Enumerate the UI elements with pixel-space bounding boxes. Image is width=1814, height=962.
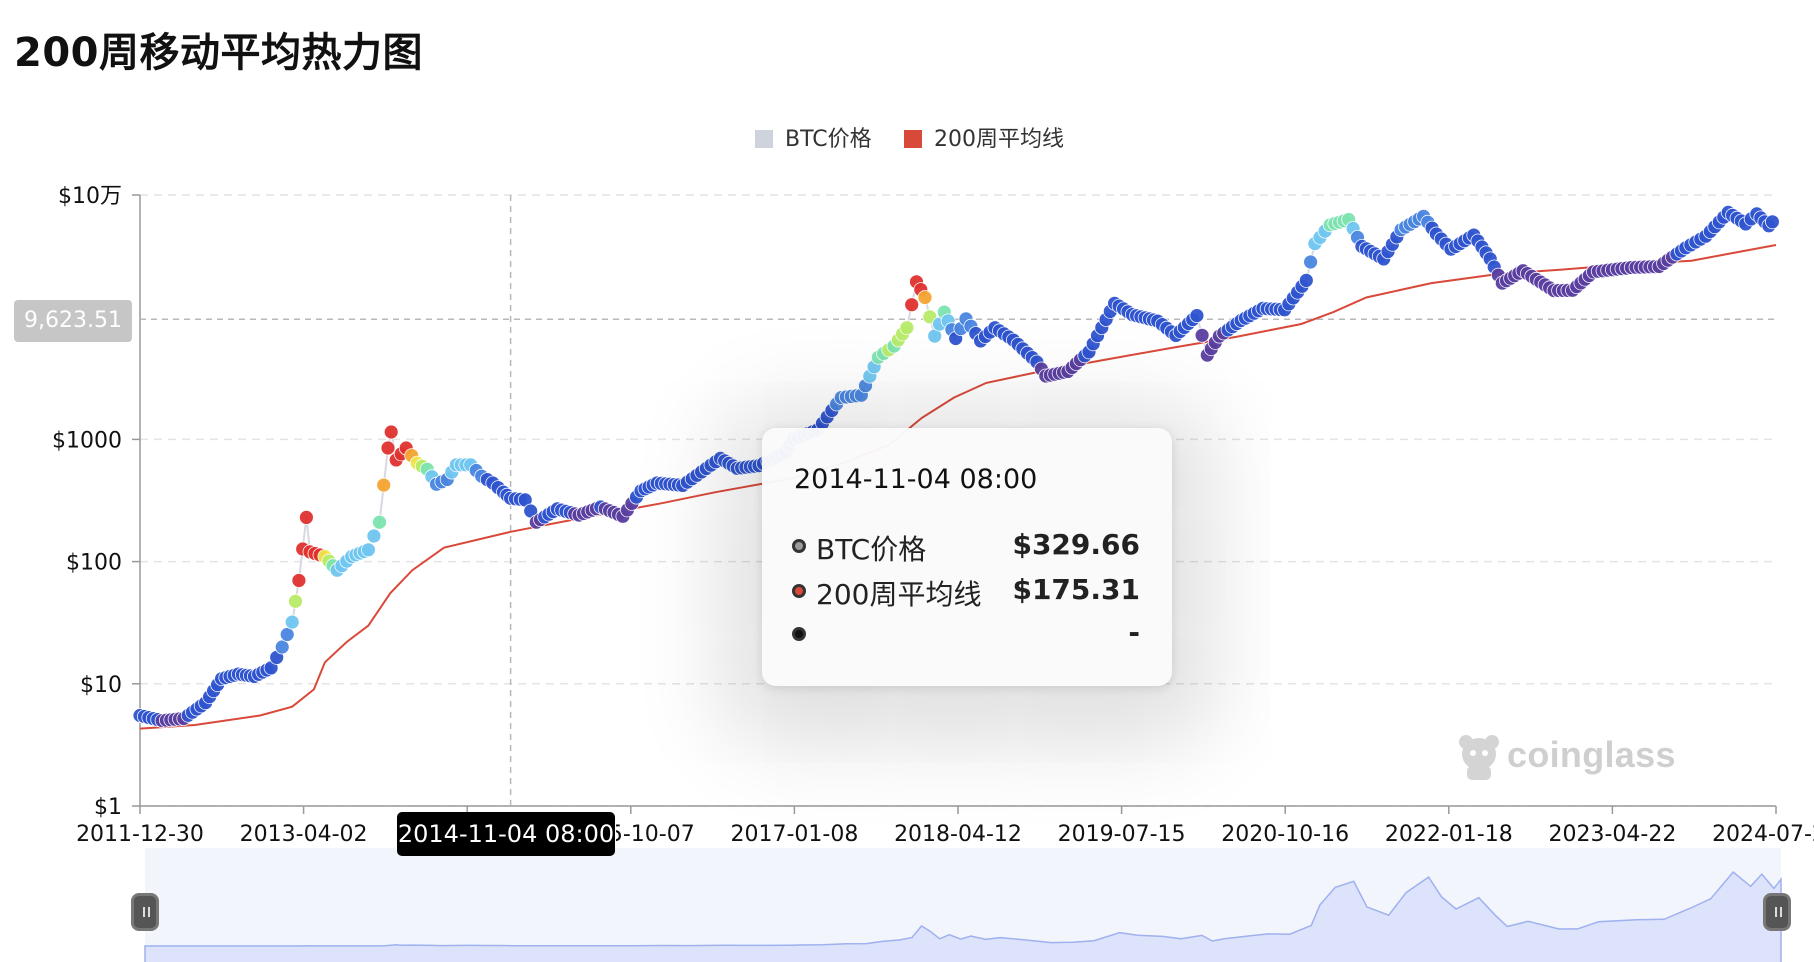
legend-swatch[interactable] [904, 130, 922, 148]
price-heat-dot[interactable] [366, 528, 382, 544]
price-heat-dot[interactable] [383, 424, 399, 440]
price-heat-dot[interactable] [376, 477, 392, 493]
x-tick-label: 2022-01-18 [1385, 822, 1513, 847]
y-tick-label: $100 [66, 551, 122, 576]
price-heat-dot[interactable] [1298, 272, 1314, 288]
tooltip-row-extra: - [792, 616, 1140, 656]
price-heat-dot[interactable] [372, 514, 387, 530]
y-tick-label: $10万 [58, 184, 122, 209]
x-tick-label: 2017-01-08 [730, 822, 858, 847]
price-heat-dot[interactable] [288, 593, 303, 609]
navigator-left-handle[interactable] [131, 893, 159, 931]
price-heat-dot[interactable] [279, 627, 295, 642]
x-tick-label: 2013-04-02 [240, 822, 368, 847]
price-heat-dot[interactable] [298, 510, 314, 525]
tooltip-value: $175.31 [1012, 573, 1140, 606]
price-heat-dot[interactable] [380, 440, 396, 456]
price-heat-dot[interactable] [1194, 327, 1210, 343]
legend-label: 200周平均线 [934, 127, 1064, 152]
price-heat-dot[interactable] [1189, 308, 1205, 324]
price-heat-dot[interactable] [904, 297, 920, 313]
y-tick-label: $1 [94, 795, 122, 820]
x-axis: 2011-12-30 2013-04-02 2017-01-08 2018-04-12… [76, 806, 1814, 847]
tooltip-label: BTC价格 [816, 533, 927, 566]
price-heat-dot[interactable] [274, 639, 290, 655]
price-heat-dot[interactable] [899, 320, 915, 336]
zoom-navigator[interactable] [144, 848, 1782, 962]
navigator-right-handle[interactable] [1763, 893, 1791, 931]
brand-name: coinglass [1507, 734, 1676, 775]
price-heat-dot[interactable] [360, 542, 376, 558]
x-tick-label: 2011-12-30 [76, 822, 204, 847]
x-tick-label: 2023-04-22 [1548, 822, 1676, 847]
price-heat-dot[interactable] [284, 614, 300, 630]
y-tick-label: $1000 [52, 428, 122, 453]
ma-dot-icon [792, 584, 806, 598]
tooltip-title: 2014-11-04 08:00 [794, 464, 1038, 495]
legend-swatch[interactable] [755, 130, 773, 148]
price-heat-dot[interactable] [291, 573, 307, 588]
x-tick-label: 2018-04-12 [894, 822, 1022, 847]
x-tick-label: 2019-07-15 [1058, 822, 1186, 847]
extra-dot-icon [792, 627, 806, 641]
x-tick-label: 2020-10-16 [1221, 822, 1349, 847]
tooltip-row-price: BTC价格 $329.66 [792, 528, 1140, 568]
tooltip-value: - [1128, 616, 1140, 649]
coinglass-logo-icon [1459, 735, 1499, 780]
data-tooltip: 2014-11-04 08:00 BTC价格 $329.66 200周平均线 $… [762, 428, 1172, 686]
tooltip-label: 200周平均线 [816, 578, 982, 611]
crosshair-y-label: 9,623.51 [14, 300, 132, 342]
price-dot-icon [792, 539, 806, 553]
chart-legend[interactable]: BTC价格 200周平均线 [755, 127, 1064, 152]
y-tick-label: $10 [80, 673, 122, 698]
tooltip-row-ma: 200周平均线 $175.31 [792, 573, 1140, 613]
tooltip-value: $329.66 [1012, 528, 1140, 561]
price-heat-dot[interactable] [917, 290, 933, 305]
price-heat-dot[interactable] [1303, 254, 1318, 270]
crosshair-x-label: 2014-11-04 08:00 [397, 812, 615, 856]
legend-label: BTC价格 [785, 127, 872, 152]
x-tick-label: 2024-07-25 [1712, 822, 1814, 847]
price-heat-dot[interactable] [1765, 214, 1780, 230]
brand-watermark: coinglass [1455, 732, 1675, 784]
